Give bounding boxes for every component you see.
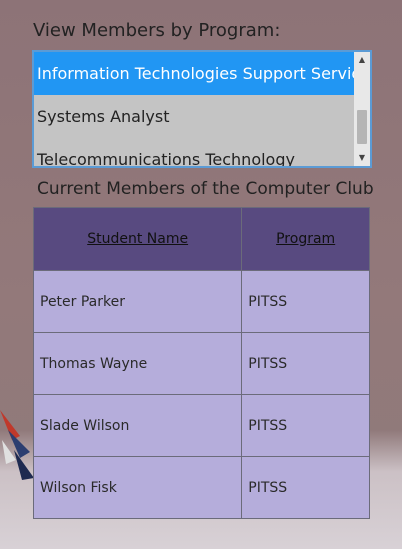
program-cell: PITSS: [241, 270, 370, 333]
program-option[interactable]: Telecommunications Technology: [34, 138, 354, 166]
program-options: Information Technologies Support Service…: [34, 52, 354, 166]
table-row: Wilson Fisk PITSS: [32, 456, 370, 519]
student-name-cell: Wilson Fisk: [32, 456, 243, 519]
table-row: Slade Wilson PITSS: [32, 394, 370, 457]
student-name-cell: Peter Parker: [32, 270, 243, 333]
program-cell: PITSS: [241, 394, 370, 457]
program-option[interactable]: Systems Analyst: [34, 95, 354, 138]
student-name-cell: Thomas Wayne: [32, 332, 243, 395]
program-cell: PITSS: [241, 332, 370, 395]
program-option[interactable]: Information Technologies Support Service…: [34, 52, 354, 95]
column-header-student-name[interactable]: Student Name: [32, 207, 243, 271]
triangle-up-icon[interactable]: ▲: [354, 52, 370, 68]
table-header-row: Student Name Program: [32, 207, 370, 271]
background-logo-fragment: [0, 410, 34, 480]
table-row: Peter Parker PITSS: [32, 270, 370, 333]
listbox-scrollbar[interactable]: ▲ ▼: [354, 52, 370, 166]
program-listbox[interactable]: Information Technologies Support Service…: [32, 50, 372, 168]
column-header-program[interactable]: Program: [241, 207, 370, 271]
scrollbar-thumb[interactable]: [357, 110, 367, 144]
student-name-cell: Slade Wilson: [32, 394, 243, 457]
program-filter-heading: View Members by Program:: [33, 20, 281, 41]
members-table: Student Name Program Peter Parker PITSS …: [32, 207, 370, 519]
members-table-caption: Current Members of the Computer Club: [37, 179, 374, 199]
triangle-down-icon[interactable]: ▼: [354, 150, 370, 166]
table-row: Thomas Wayne PITSS: [32, 332, 370, 395]
program-cell: PITSS: [241, 456, 370, 519]
